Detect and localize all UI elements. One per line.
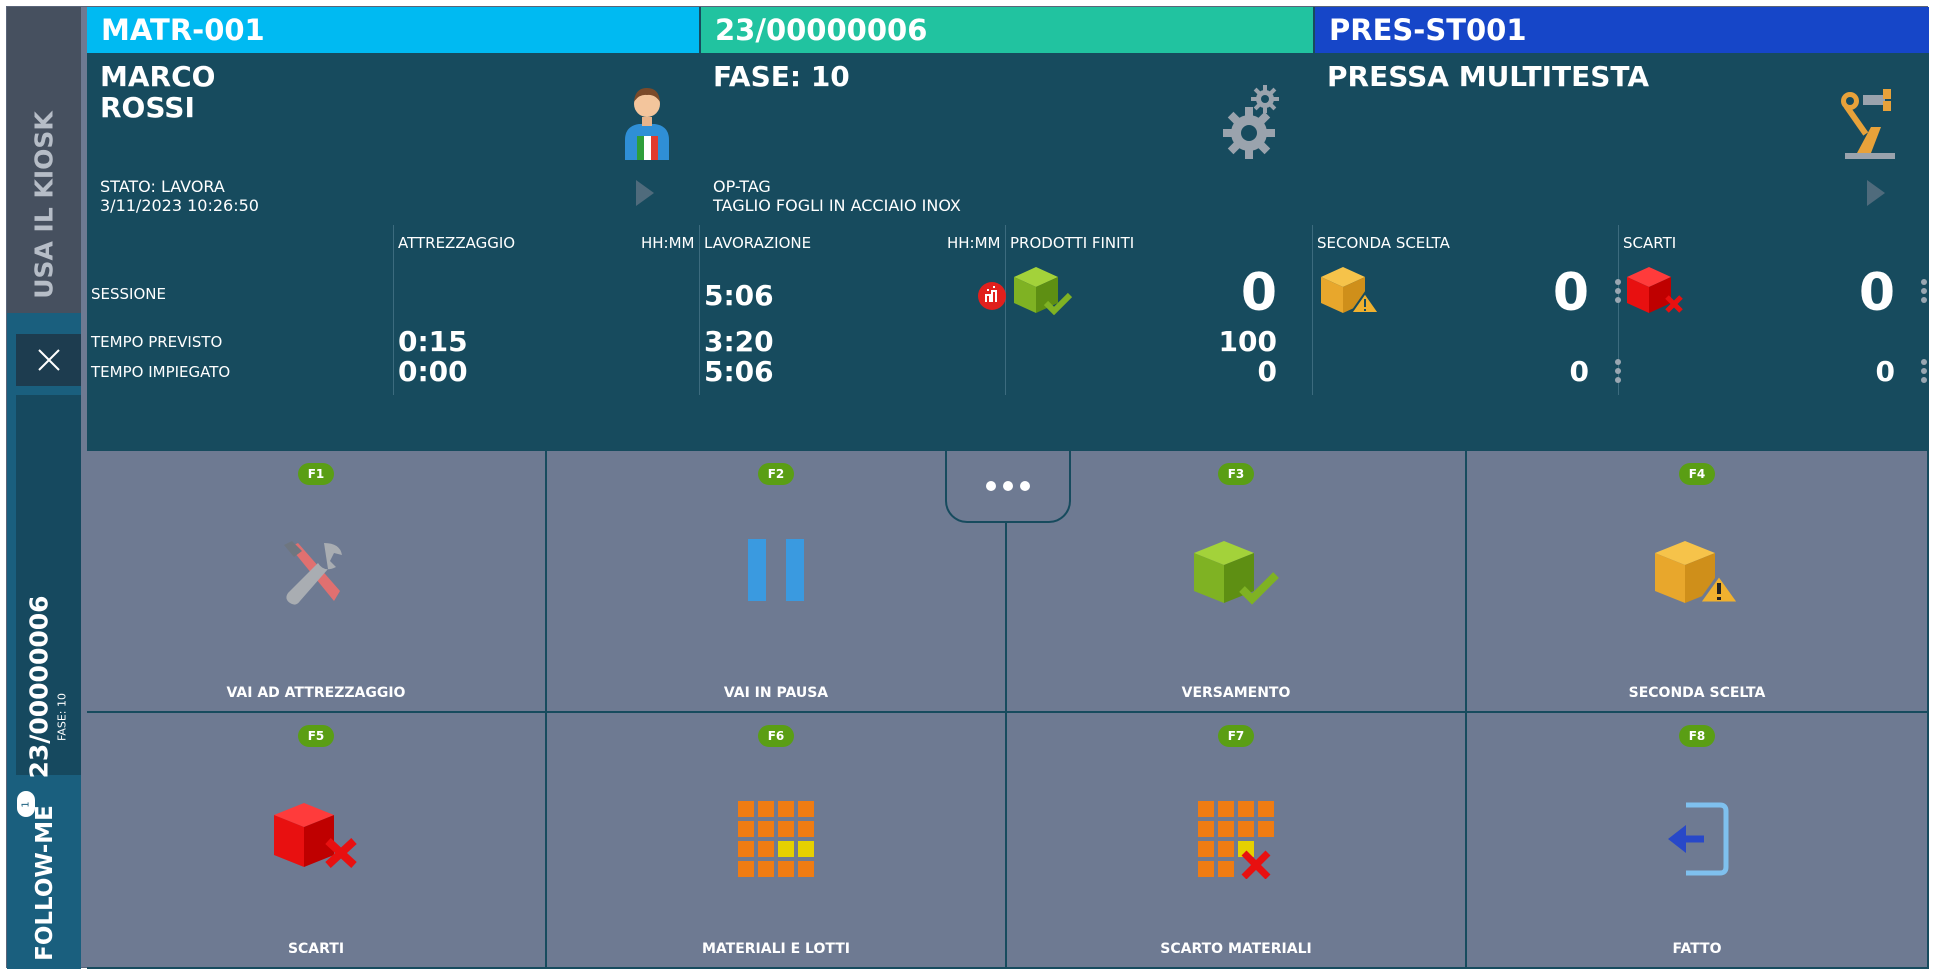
box-scrap-icon (1627, 267, 1683, 313)
finished-header: PRODOTTI FINITI (1010, 234, 1135, 252)
work-expected: 3:20 (704, 325, 774, 358)
tools-icon (284, 541, 342, 605)
row-label-session: SESSIONE (91, 285, 166, 303)
action-second-choice-button[interactable]: F4 SECONDA SCELTA (1467, 451, 1929, 713)
action-done-button[interactable]: F8 FATTO (1467, 713, 1929, 969)
box-scrap-icon (274, 803, 357, 868)
fkey-badge: F4 (1679, 463, 1715, 485)
second-choice-elapsed-more-icon[interactable] (1615, 359, 1621, 383)
use-kiosk-label: USA IL KIOSK (29, 111, 59, 299)
open-order-number: 23/00000006 (24, 595, 54, 779)
operator-first-name: MARCO (100, 60, 216, 93)
gear-icon (1223, 85, 1279, 159)
fkey-badge: F6 (758, 725, 794, 747)
kiosk-window: USA IL KIOSK 23/00000006 FASE: 10 1 FOLL… (6, 6, 1929, 969)
action-label: VERSAMENTO (1181, 685, 1291, 701)
open-order-phase: FASE: 10 (55, 693, 69, 741)
second-choice-session-more-icon[interactable] (1615, 279, 1621, 303)
fkey-badge: F3 (1218, 463, 1254, 485)
operator-datetime: 3/11/2023 10:26:50 (100, 196, 259, 215)
second-choice-session: 0 (1552, 263, 1589, 323)
second-choice-elapsed: 0 (1569, 355, 1589, 388)
row-label-expected: TEMPO PREVISTO (91, 333, 223, 351)
scrap-session: 0 (1858, 263, 1895, 323)
fkey-badge: F5 (298, 725, 334, 747)
action-pause-button[interactable]: F2 VAI IN PAUSA (547, 451, 1007, 713)
operation-description: TAGLIO FOGLI IN ACCIAIO INOX (713, 196, 961, 215)
work-header: LAVORAZIONE (704, 234, 812, 252)
finished-elapsed: 0 (1257, 355, 1277, 388)
pause-icon (748, 539, 804, 601)
fkey-badge: F2 (758, 463, 794, 485)
work-session: 5:06 (704, 279, 774, 312)
scrap-session-more-icon[interactable] (1921, 279, 1927, 303)
use-kiosk-tab[interactable]: USA IL KIOSK (7, 7, 81, 313)
more-dot-icon (986, 481, 996, 491)
order-phase: FASE: 10 (713, 60, 850, 93)
box-check-icon (1014, 267, 1073, 315)
operator-last-name: ROSSI (100, 91, 195, 124)
action-label: MATERIALI E LOTTI (701, 941, 850, 957)
close-icon (37, 349, 60, 371)
setup-unit: HH:MM (641, 234, 695, 252)
action-label: SCARTO MATERIALI (1160, 941, 1312, 957)
fkey-badge: F1 (298, 463, 334, 485)
resource-name: PRESSA MULTITESTA (1327, 60, 1650, 93)
action-deposit-button[interactable]: F3 VERSAMENTO (1007, 451, 1467, 713)
setup-elapsed: 0:00 (398, 355, 468, 388)
work-alert-icon[interactable] (977, 281, 1007, 311)
materials-scrap-icon (1198, 801, 1274, 879)
setup-header: ATTREZZAGGIO (398, 234, 516, 252)
operator-play-icon[interactable] (636, 180, 654, 206)
setup-expected: 0:15 (398, 325, 468, 358)
action-materials-scrap-button[interactable]: F7 SCARTO MATERIALI (1007, 713, 1467, 969)
operation-tag: OP-TAG (713, 177, 771, 196)
finished-session: 0 (1240, 263, 1277, 323)
scrap-header: SCARTI (1623, 234, 1677, 252)
resource-code-bar[interactable]: PRES-ST001 (1315, 7, 1929, 53)
divider (1312, 225, 1313, 395)
action-label: SCARTI (287, 941, 345, 957)
more-dot-icon (1020, 481, 1030, 491)
operator-status: STATO: LAVORA (100, 177, 225, 196)
more-options-button[interactable] (945, 451, 1071, 523)
scrap-elapsed-more-icon[interactable] (1921, 359, 1927, 383)
robot-arm-icon (1841, 89, 1895, 159)
more-dot-icon (1003, 481, 1013, 491)
exit-icon (1668, 802, 1729, 876)
follow-me-button[interactable]: FOLLOW-ME (32, 805, 58, 961)
action-label: VAI IN PAUSA (723, 685, 829, 701)
action-label: SECONDA SCELTA (1628, 685, 1766, 701)
close-button[interactable] (16, 334, 81, 386)
action-label: FATTO (1672, 941, 1722, 957)
box-check-icon (1194, 541, 1279, 605)
scrap-elapsed: 0 (1875, 355, 1895, 388)
action-setup-button[interactable]: F1 VAI AD ATTREZZAGGIO (87, 451, 547, 713)
row-label-elapsed: TEMPO IMPIEGATO (91, 363, 231, 381)
action-label: VAI AD ATTREZZAGGIO (226, 685, 406, 701)
work-elapsed: 5:06 (704, 355, 774, 388)
operator-code-bar[interactable]: MATR-001 (87, 7, 699, 53)
operator-avatar-icon (625, 88, 669, 160)
materials-grid-icon (738, 801, 814, 877)
work-unit: HH:MM (947, 234, 1001, 252)
action-materials-button[interactable]: F6 MATERIALI E LOTTI (547, 713, 1007, 969)
finished-expected: 100 (1218, 325, 1277, 358)
box-warning-icon (1655, 541, 1741, 605)
order-code-bar[interactable]: 23/00000006 (701, 7, 1313, 53)
fkey-badge: F8 (1679, 725, 1715, 747)
fkey-badge: F7 (1218, 725, 1254, 747)
divider (699, 225, 700, 395)
second-choice-header: SECONDA SCELTA (1317, 234, 1450, 252)
resource-play-icon[interactable] (1867, 180, 1885, 206)
action-scrap-button[interactable]: F5 SCARTI (87, 713, 547, 969)
divider (393, 225, 394, 395)
box-warning-icon (1321, 267, 1381, 314)
status-panel: MATR-001 23/00000006 PRES-ST001 MARCO RO… (87, 7, 1929, 451)
